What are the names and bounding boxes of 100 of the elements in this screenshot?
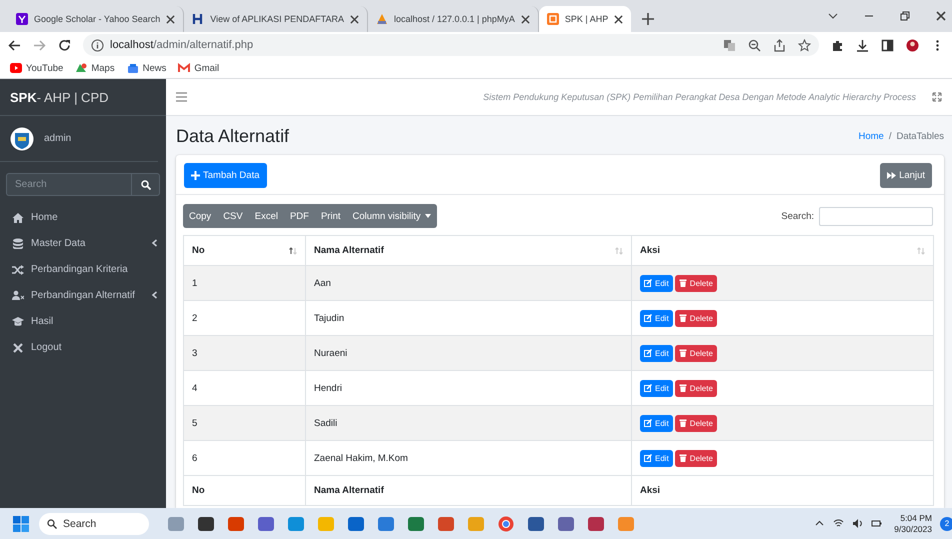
menu-item[interactable]: Logout (8, 334, 158, 360)
close-icon[interactable] (614, 14, 624, 24)
delete-button[interactable]: Delete (674, 450, 717, 466)
windows-icon[interactable] (13, 516, 29, 532)
taskbar-search[interactable]: Search (39, 512, 149, 534)
menu-item[interactable]: Hasil (8, 308, 158, 334)
edit-icon (644, 314, 652, 322)
delete-button[interactable]: Delete (674, 310, 717, 326)
menu-icon[interactable] (176, 92, 187, 102)
column-header[interactable]: No (184, 236, 306, 266)
close-icon[interactable] (166, 14, 176, 24)
fullscreen-icon[interactable] (932, 92, 942, 102)
app-icon[interactable] (257, 516, 275, 532)
page-title: Data Alternatif (176, 126, 290, 147)
battery-icon[interactable] (871, 518, 882, 529)
breadcrumb-separator: / (888, 131, 892, 142)
share-icon[interactable] (773, 38, 786, 52)
download-icon[interactable] (856, 38, 869, 52)
menu-item[interactable]: Perbandingan Kriteria (8, 256, 158, 282)
app-icon[interactable] (197, 516, 215, 532)
menu-item[interactable]: Master Data (8, 230, 158, 256)
column-footer: Nama Alternatif (306, 476, 632, 506)
notification-badge[interactable]: 2 (940, 516, 952, 530)
trash-icon (678, 314, 687, 322)
close-icon[interactable] (936, 11, 946, 21)
restore-icon[interactable] (900, 11, 910, 21)
search-label: Search: (781, 210, 814, 222)
edit-button[interactable]: Edit (640, 344, 673, 362)
speaker-icon[interactable] (852, 518, 864, 529)
bookmark[interactable]: News (126, 62, 166, 74)
bookmark[interactable]: Maps (75, 62, 115, 74)
user-name[interactable]: admin (44, 133, 72, 144)
address-bar[interactable]: localhost/admin/alternatif.php (83, 34, 819, 56)
edit-button[interactable]: Edit (640, 380, 673, 396)
export-button[interactable]: Excel (248, 204, 284, 228)
delete-button[interactable]: Delete (674, 380, 717, 396)
app-icon[interactable] (587, 516, 605, 532)
zoom-icon[interactable] (748, 38, 761, 52)
column-label: No (192, 245, 205, 256)
bookmark[interactable]: Gmail (178, 62, 220, 74)
table-cell: 5 (184, 406, 306, 440)
table-cell: 1 (184, 266, 306, 300)
column-header[interactable]: Aksi (632, 236, 934, 266)
plus-icon[interactable] (641, 12, 656, 26)
edit-button[interactable]: Edit (640, 450, 673, 466)
next-button[interactable]: Lanjut (880, 163, 932, 188)
export-button[interactable]: CSV (217, 204, 249, 228)
edit-icon (644, 384, 652, 392)
edit-button[interactable]: Edit (640, 310, 673, 326)
reload-icon[interactable] (58, 38, 71, 52)
close-icon[interactable] (350, 14, 359, 24)
clock-date: 9/30/2023 (894, 524, 932, 534)
chevron-down-icon[interactable] (828, 11, 838, 21)
star-icon[interactable] (798, 38, 811, 52)
column-header[interactable]: Nama Alternatif (306, 236, 632, 266)
close-icon[interactable] (520, 14, 530, 24)
info-icon[interactable] (91, 38, 104, 52)
export-button[interactable]: Print (314, 204, 347, 228)
bookmark[interactable]: YouTube (10, 62, 64, 74)
menu-item[interactable]: Perbandingan Alternatif (8, 282, 158, 308)
app-icon[interactable] (527, 516, 545, 532)
navbar-subtitle: Sistem Pendukung Keputusan (SPK) Pemilihan Perangkat Desa Dengan Metode Analytic Hierarchy Process (483, 92, 916, 102)
breadcrumb-item: DataTables (896, 131, 944, 142)
side-panel-icon[interactable] (881, 38, 894, 52)
search-button[interactable] (131, 173, 160, 196)
delete-button[interactable]: Delete (674, 344, 717, 362)
avatar-icon[interactable] (906, 38, 919, 52)
site-icon (546, 13, 559, 25)
browser-tab[interactable]: SPK | AHP (538, 6, 632, 32)
clock[interactable]: 5:04 PM 9/30/2023 (894, 512, 932, 534)
add-data-button[interactable]: Tambah Data (184, 163, 267, 188)
puzzle-icon[interactable] (831, 38, 844, 52)
breadcrumb-link[interactable]: Home (858, 131, 884, 142)
export-button[interactable]: Column visibility (346, 204, 437, 228)
app-icon[interactable] (347, 516, 365, 532)
menu-item[interactable]: Home (8, 204, 158, 230)
app-icon[interactable] (407, 516, 425, 532)
edit-button[interactable]: Edit (640, 414, 673, 432)
site-icon (376, 13, 388, 25)
shuffle-icon (12, 264, 24, 274)
back-icon[interactable] (8, 38, 21, 52)
export-button[interactable]: PDF (284, 204, 315, 228)
trash-icon (678, 454, 687, 462)
edit-icon (644, 419, 652, 427)
trash-icon (678, 384, 687, 392)
app-icon[interactable] (557, 516, 575, 532)
delete-button[interactable]: Delete (674, 274, 717, 292)
edit-icon (644, 349, 652, 357)
sort-icon[interactable] (289, 246, 297, 254)
graduation-cap-icon (12, 316, 24, 326)
bookmark-icon (75, 63, 88, 73)
search-icon (47, 518, 57, 528)
emblem-icon (10, 126, 34, 150)
edit-button[interactable]: Edit (640, 274, 673, 292)
export-button[interactable]: Copy (183, 204, 218, 228)
trash-icon (678, 419, 687, 427)
wifi-icon[interactable] (833, 518, 844, 529)
search-field[interactable]: Search (6, 173, 131, 196)
table-cell: Sadili (306, 406, 632, 440)
delete-button[interactable]: Delete (674, 414, 717, 432)
